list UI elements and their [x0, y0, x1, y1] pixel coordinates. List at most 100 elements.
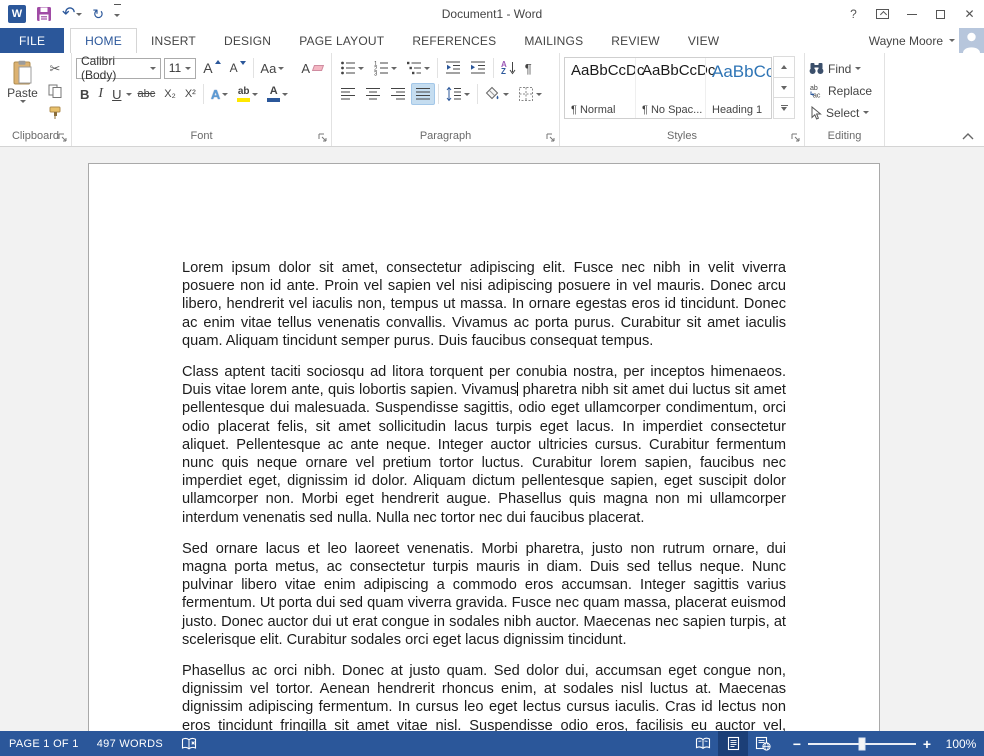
styles-gallery: AaBbCcDc ¶ Normal AaBbCcDc ¶ No Spac... …: [564, 57, 772, 119]
paragraph-group-label: Paragraph: [420, 130, 471, 142]
text-effects-button[interactable]: A: [207, 83, 232, 105]
decrease-indent-button[interactable]: [441, 57, 465, 79]
group-editing: Find ab ac Replace: [805, 53, 885, 146]
document-page[interactable]: Lorem ipsum dolor sit amet, consectetur …: [88, 163, 880, 731]
copy-button[interactable]: [43, 80, 67, 101]
paragraph-1[interactable]: Lorem ipsum dolor sit amet, consectetur …: [182, 259, 786, 350]
multilevel-list-button[interactable]: [402, 57, 434, 79]
justify-button[interactable]: [411, 83, 435, 105]
ribbon-tab-row: FILE HOME INSERT DESIGN PAGE LAYOUT REFE…: [0, 28, 984, 53]
font-group-label: Font: [190, 130, 212, 142]
align-center-button[interactable]: [361, 83, 385, 105]
format-painter-button[interactable]: [43, 102, 67, 123]
numbering-button[interactable]: 1 2 3: [369, 57, 401, 79]
paragraph-3[interactable]: Sed ornare lacus et leo laoreet venenati…: [182, 540, 786, 649]
font-color-button[interactable]: A: [263, 83, 292, 105]
font-family-combo[interactable]: Calibri (Body): [76, 58, 161, 79]
maximize-button[interactable]: [926, 0, 955, 28]
styles-dialog-launcher[interactable]: [791, 133, 801, 143]
cut-button[interactable]: ✂: [43, 58, 67, 79]
align-left-button[interactable]: [336, 83, 360, 105]
increase-indent-button[interactable]: [466, 57, 490, 79]
zoom-level[interactable]: 100%: [938, 737, 984, 751]
superscript-button[interactable]: X²: [181, 83, 200, 105]
title-bar: W ↶ ↻ Document1 - Word: [0, 0, 984, 28]
group-styles: AaBbCcDc ¶ Normal AaBbCcDc ¶ No Spac... …: [560, 53, 805, 146]
underline-button[interactable]: U: [108, 83, 125, 105]
borders-button[interactable]: [514, 83, 546, 105]
tab-review[interactable]: REVIEW: [597, 28, 674, 53]
multilevel-list-icon: [406, 60, 422, 76]
style-heading-1[interactable]: AaBbCc Heading 1: [705, 58, 772, 118]
tab-home[interactable]: HOME: [70, 28, 137, 53]
avatar[interactable]: [959, 28, 984, 53]
subscript-button[interactable]: X₂: [160, 83, 180, 105]
user-name: Wayne Moore: [869, 34, 943, 48]
paste-dropdown-icon: [20, 100, 26, 103]
strikethrough-button[interactable]: abc: [133, 83, 159, 105]
font-size-combo[interactable]: 11: [164, 58, 197, 79]
paste-button[interactable]: Paste: [4, 57, 41, 123]
font-family-value: Calibri (Body): [81, 54, 147, 82]
show-hide-pilcrow-button[interactable]: ¶: [521, 57, 536, 79]
zoom-slider-thumb[interactable]: [859, 737, 866, 750]
tab-view[interactable]: VIEW: [674, 28, 733, 53]
styles-scroll-down-button[interactable]: [773, 77, 795, 99]
tab-page-layout[interactable]: PAGE LAYOUT: [285, 28, 398, 53]
help-button[interactable]: ?: [839, 0, 868, 28]
eraser-icon: [312, 65, 324, 71]
tab-insert[interactable]: INSERT: [137, 28, 210, 53]
clipboard-dialog-launcher[interactable]: [58, 133, 68, 143]
style-no-spacing[interactable]: AaBbCcDc ¶ No Spac...: [635, 58, 705, 118]
grow-font-button[interactable]: A: [199, 57, 224, 79]
zoom-out-button[interactable]: −: [786, 736, 808, 752]
style-normal[interactable]: AaBbCcDc ¶ Normal: [565, 58, 635, 118]
paragraph-dialog-launcher[interactable]: [546, 133, 556, 143]
web-layout-icon: [755, 736, 771, 751]
ribbon: Paste ✂: [0, 53, 984, 147]
page-count-indicator[interactable]: PAGE 1 OF 1: [0, 731, 88, 756]
tab-design[interactable]: DESIGN: [210, 28, 285, 53]
close-button[interactable]: ✕: [955, 0, 984, 28]
underline-dropdown-icon[interactable]: [126, 93, 132, 96]
account-menu[interactable]: Wayne Moore: [869, 28, 959, 53]
line-spacing-icon: [446, 86, 462, 102]
shrink-font-button[interactable]: A: [226, 57, 250, 79]
tab-file[interactable]: FILE: [0, 28, 64, 53]
proofing-status-button[interactable]: [172, 731, 208, 756]
copy-icon: [48, 84, 62, 98]
web-layout-button[interactable]: [748, 731, 778, 756]
font-dialog-launcher[interactable]: [318, 133, 328, 143]
print-layout-button[interactable]: [718, 731, 748, 756]
highlight-color-button[interactable]: ab: [233, 83, 262, 105]
line-spacing-button[interactable]: [442, 83, 474, 105]
zoom-slider[interactable]: [808, 743, 916, 745]
status-bar: PAGE 1 OF 1 497 WORDS: [0, 731, 984, 756]
word-count-indicator[interactable]: 497 WORDS: [88, 731, 172, 756]
select-button[interactable]: Select: [809, 103, 880, 122]
ribbon-display-options-button[interactable]: [868, 0, 897, 28]
styles-more-button[interactable]: [773, 97, 795, 119]
shading-button[interactable]: [481, 83, 513, 105]
find-button[interactable]: Find: [809, 59, 880, 78]
paragraph-4[interactable]: Phasellus ac orci nibh. Donec at justo q…: [182, 662, 786, 731]
group-clipboard: Paste ✂: [0, 53, 72, 146]
italic-button[interactable]: I: [94, 83, 107, 105]
paragraph-2[interactable]: Class aptent taciti sociosqu ad litora t…: [182, 363, 786, 527]
read-mode-button[interactable]: [688, 731, 718, 756]
collapse-ribbon-button[interactable]: [962, 133, 974, 140]
styles-scroll-up-button[interactable]: [773, 56, 795, 78]
minimize-button[interactable]: [897, 0, 926, 28]
tab-mailings[interactable]: MAILINGS: [510, 28, 597, 53]
format-painter-icon: [48, 106, 62, 120]
close-icon: ✕: [964, 7, 974, 21]
clear-formatting-button[interactable]: A: [297, 57, 327, 79]
sort-button[interactable]: A Z: [497, 57, 520, 79]
change-case-button[interactable]: Aa: [256, 57, 288, 79]
replace-button[interactable]: ab ac Replace: [809, 81, 880, 100]
bold-button[interactable]: B: [76, 83, 93, 105]
align-right-button[interactable]: [386, 83, 410, 105]
bullets-button[interactable]: [336, 57, 368, 79]
zoom-in-button[interactable]: +: [916, 736, 938, 752]
tab-references[interactable]: REFERENCES: [398, 28, 510, 53]
